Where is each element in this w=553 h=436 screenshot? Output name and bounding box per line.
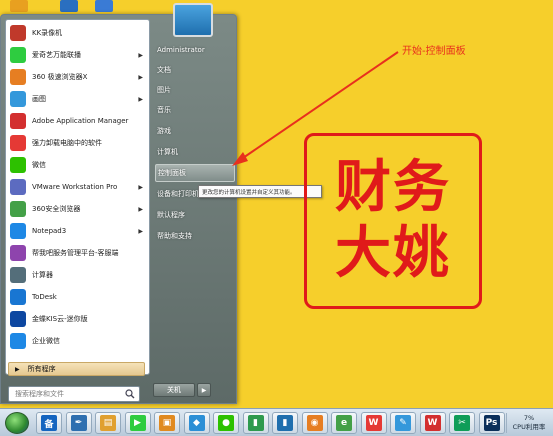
360-safe-taskbar-icon: e	[336, 415, 352, 431]
pen-app-icon: ✒	[70, 415, 87, 431]
taskbar-button[interactable]: ▣	[154, 412, 180, 434]
taskbar-button[interactable]: Ps	[478, 412, 505, 434]
window-app-icon: ▣	[159, 415, 175, 431]
cpu-label: CPU利用率	[512, 423, 546, 431]
taskbar-button[interactable]: ▮	[272, 412, 298, 434]
taskbar-button[interactable]: ●	[213, 412, 239, 434]
wps-writer-icon: W	[424, 415, 441, 431]
taskbar-button[interactable]: ✂	[449, 412, 475, 434]
green-app-icon: ▮	[247, 415, 264, 431]
start-button[interactable]	[5, 412, 29, 434]
taskbar-button[interactable]: W	[419, 412, 446, 434]
watermark-stamp: 财务 大姚	[304, 133, 482, 309]
stamp-line-1: 财务	[335, 155, 451, 220]
blue-app-icon: ▮	[277, 415, 293, 431]
annotation-label: 开始-控制面板	[402, 46, 466, 57]
taskbar-button[interactable]: ▮	[242, 412, 269, 434]
taskbar-button[interactable]: ◆	[183, 412, 210, 434]
taskbar-button[interactable]: W	[360, 412, 387, 434]
cpu-meter[interactable]: 7% CPU利用率	[509, 414, 549, 432]
paint-taskbar-icon: ✎	[395, 415, 411, 431]
explorer-icon: ▤	[100, 415, 116, 431]
taskbar: 备 ✒ ▤ ▶ ▣ ◆ ● ▮ ▮ ◉ e W ✎ W ✂ Ps 7% CPU利用率	[0, 408, 553, 436]
tray-divider	[506, 413, 507, 433]
diamond-app-icon: ◆	[188, 415, 205, 431]
baidu-input-icon: 备	[41, 415, 57, 431]
snipping-icon: ✂	[454, 415, 470, 431]
360x-taskbar-icon: ◉	[306, 415, 323, 431]
taskbar-button[interactable]: ✒	[65, 412, 92, 434]
wechat-taskbar-icon: ●	[218, 415, 234, 431]
taskbar-button[interactable]: e	[331, 412, 357, 434]
stamp-line-2: 大姚	[335, 221, 451, 286]
taskbar-button[interactable]: ▤	[95, 412, 121, 434]
wps-icon: W	[365, 415, 382, 431]
photoshop-icon: Ps	[483, 415, 500, 431]
iqiyi-taskbar-icon: ▶	[129, 415, 146, 431]
taskbar-button[interactable]: ◉	[301, 412, 328, 434]
taskbar-button[interactable]: ✎	[390, 412, 416, 434]
taskbar-button[interactable]: ▶	[124, 412, 151, 434]
cpu-percent: 7%	[523, 414, 535, 422]
taskbar-button[interactable]: 备	[36, 412, 62, 434]
